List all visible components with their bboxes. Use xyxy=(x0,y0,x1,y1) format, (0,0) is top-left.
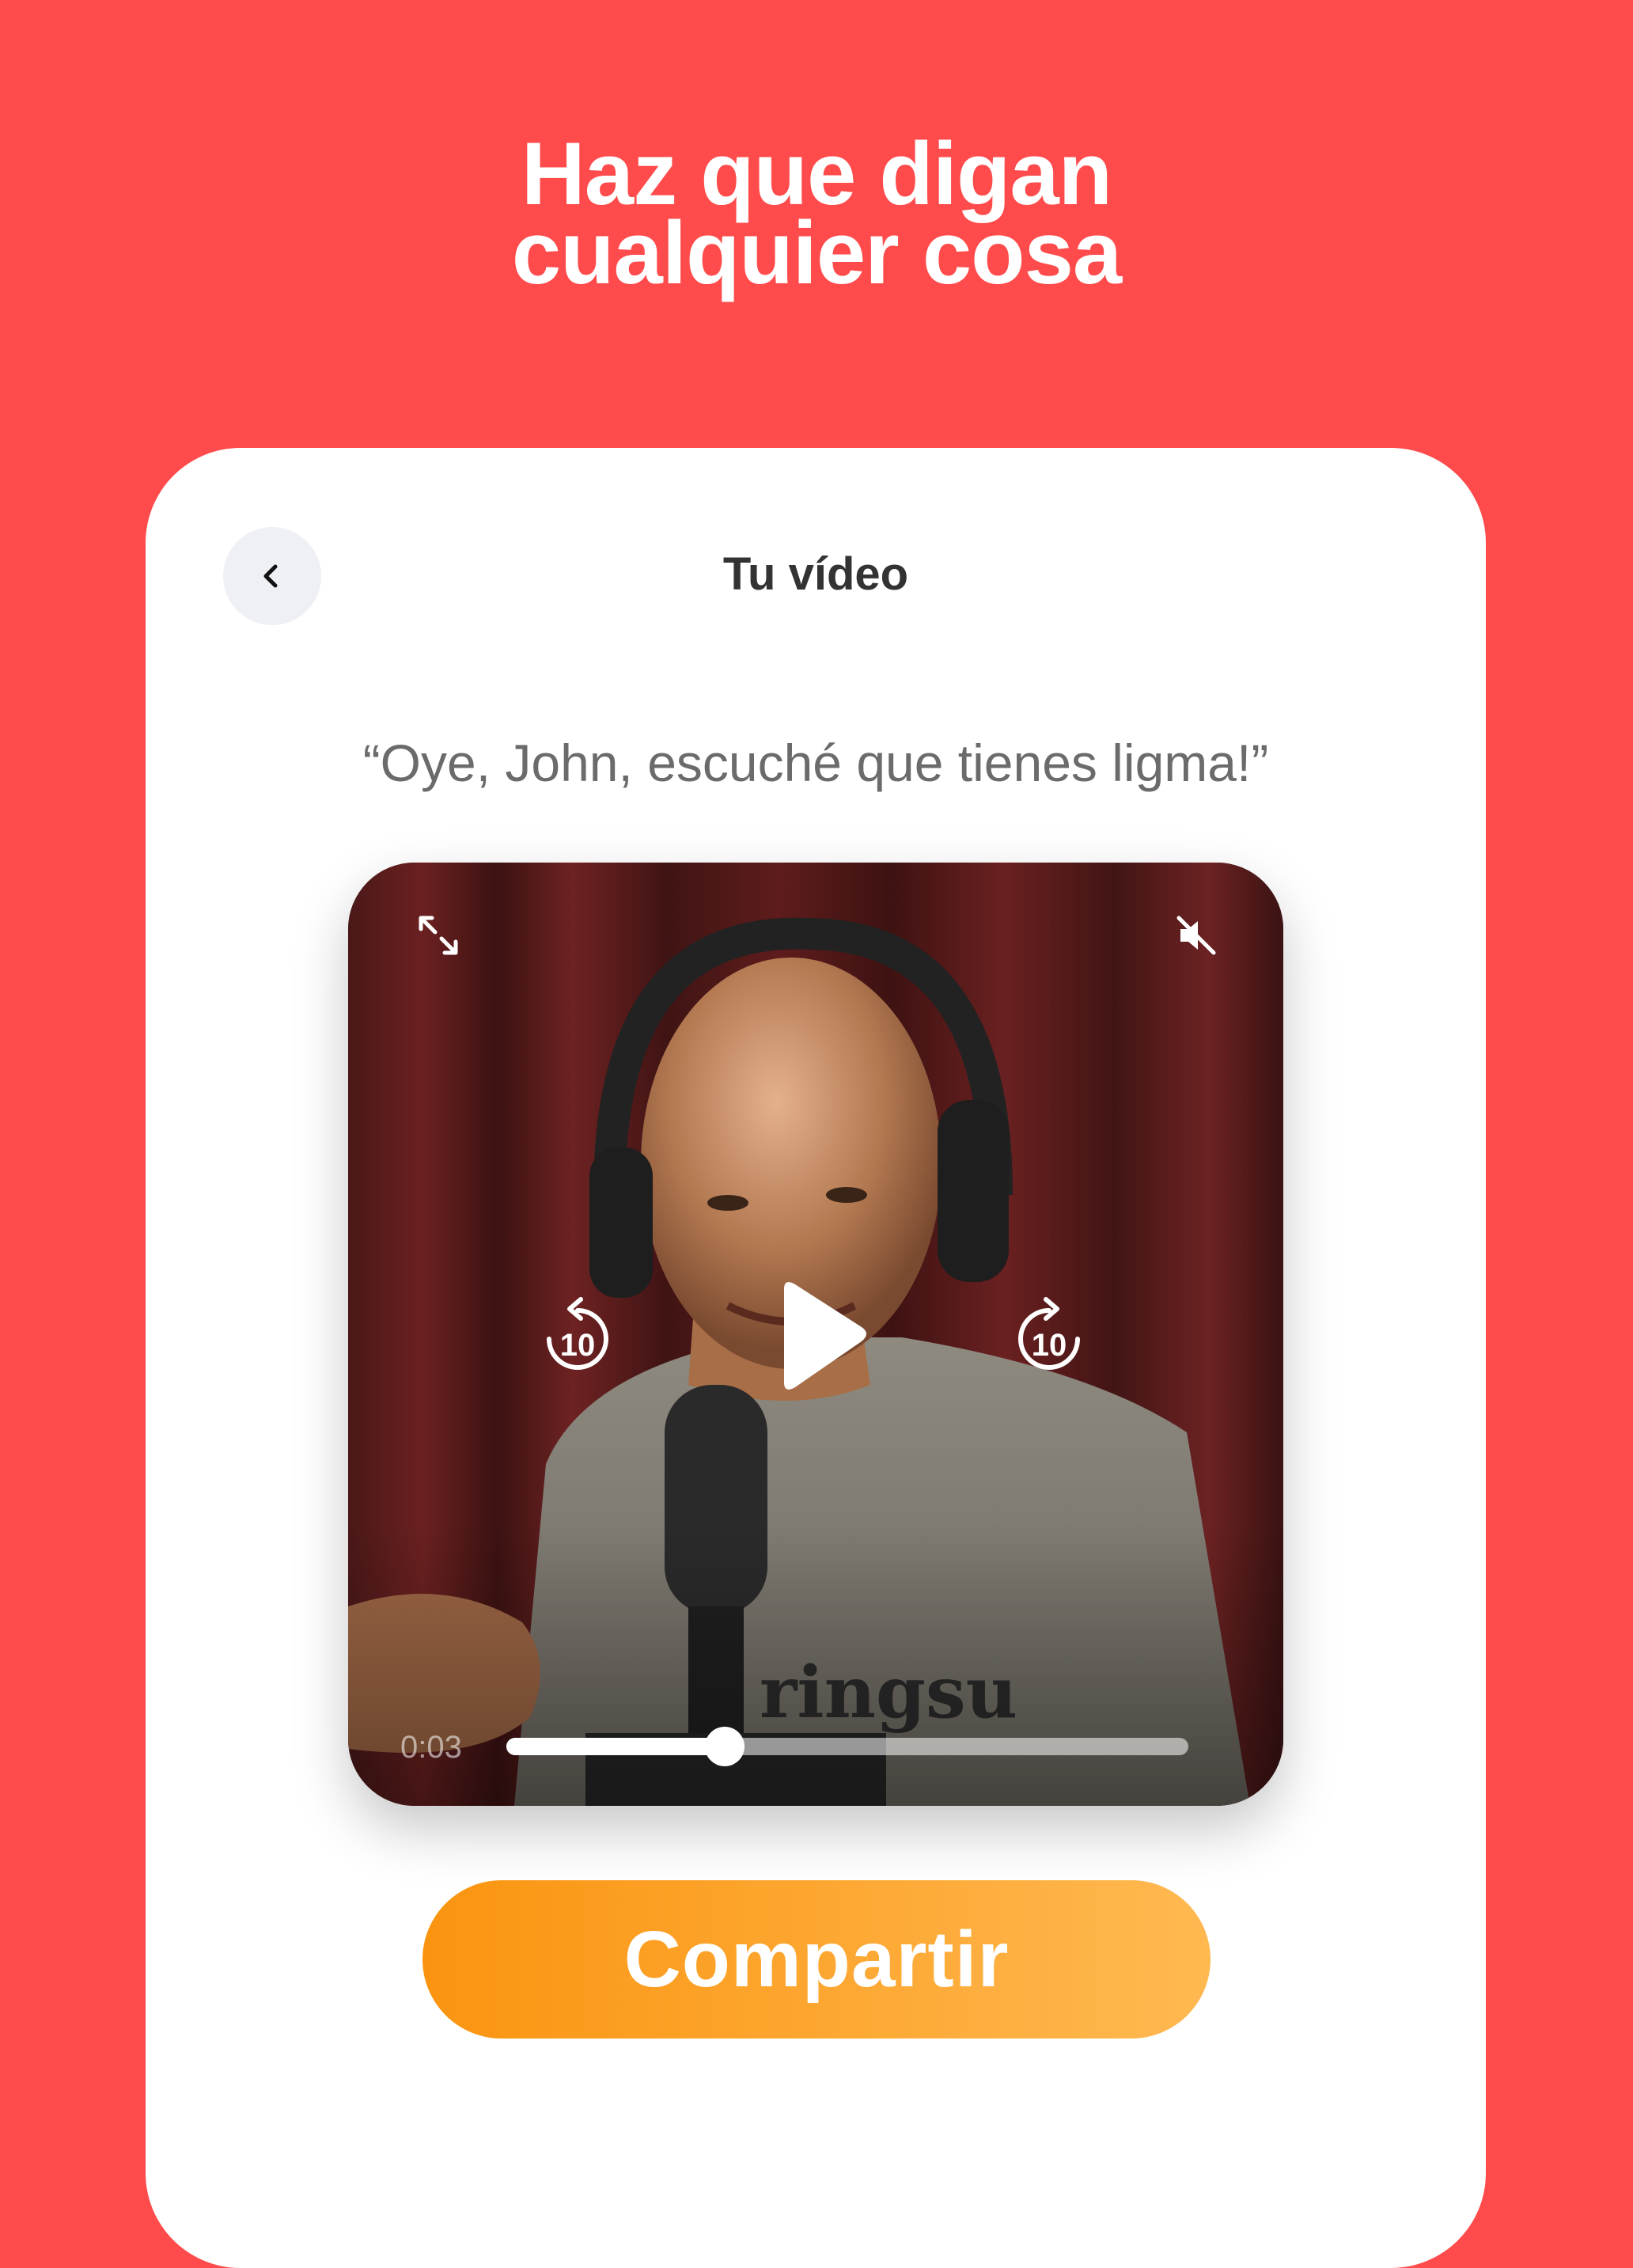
card-title: Tu vídeo xyxy=(722,548,909,600)
fullscreen-icon[interactable] xyxy=(413,910,464,961)
headline-line-2: cualquier cosa xyxy=(511,203,1122,302)
progress-fill xyxy=(506,1738,725,1755)
rewind-10-icon[interactable]: 10 xyxy=(540,1296,616,1379)
progress-track[interactable] xyxy=(506,1727,1188,1766)
video-quote: “Oye, John, escuché que tienes ligma!” xyxy=(362,734,1269,792)
headline: Haz que digan cualquier cosa xyxy=(0,124,1633,302)
mute-icon[interactable] xyxy=(1171,910,1222,961)
forward-10-label: 10 xyxy=(1031,1327,1067,1363)
video-card: Tu vídeo “Oye, John, escuché que tienes … xyxy=(146,448,1486,2268)
video-player[interactable]: ringsu 10 xyxy=(348,863,1283,1806)
progress-knob[interactable] xyxy=(704,1727,745,1766)
headline-line-1: Haz que digan xyxy=(521,124,1112,223)
rewind-10-label: 10 xyxy=(559,1327,596,1363)
playback-time: 0:03 xyxy=(400,1730,462,1765)
forward-10-icon[interactable]: 10 xyxy=(1011,1296,1087,1379)
share-button[interactable]: Compartir xyxy=(422,1880,1211,2039)
play-icon[interactable] xyxy=(764,1274,875,1401)
